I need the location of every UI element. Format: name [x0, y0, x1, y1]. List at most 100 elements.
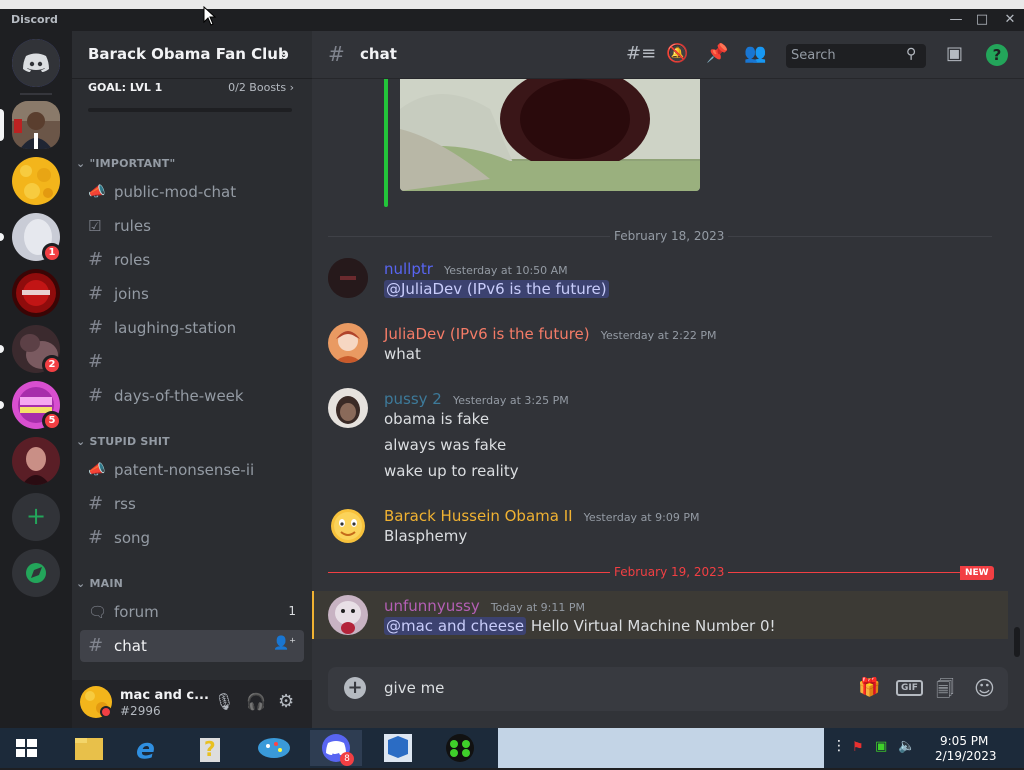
- inbox-icon[interactable]: ▣: [946, 43, 963, 64]
- server-icon-obama[interactable]: [12, 101, 60, 149]
- boost-progress-bar: [88, 108, 292, 112]
- server-badge: 5: [42, 411, 62, 431]
- message-input[interactable]: give me: [384, 679, 444, 697]
- channel-rss[interactable]: # rss: [80, 488, 304, 520]
- server-header[interactable]: Barack Obama Fan Club ⌄: [72, 31, 312, 79]
- message-author[interactable]: pussy 2: [384, 390, 442, 408]
- game-app-button[interactable]: [434, 730, 486, 766]
- channel-patent-nonsense-ii[interactable]: 📣 patent-nonsense-ii: [80, 454, 304, 486]
- sticker-icon[interactable]: 🗐: [936, 677, 954, 707]
- portrait-server-icon: [12, 437, 60, 485]
- forum-count: 1: [288, 604, 296, 618]
- headphones-icon[interactable]: 🎧: [246, 692, 266, 711]
- start-button[interactable]: [0, 730, 52, 766]
- attach-plus-icon[interactable]: +: [344, 677, 366, 699]
- hash-icon: #: [88, 317, 104, 338]
- emoji-avatar-icon: [328, 506, 368, 546]
- message-timestamp: Yesterday at 10:50 AM: [444, 264, 568, 277]
- close-button[interactable]: ✕: [998, 11, 1022, 29]
- paint-app-button[interactable]: [248, 730, 300, 766]
- gift-icon[interactable]: 🎁: [858, 677, 880, 698]
- windows-taskbar: e ? 8 ⋮ ⚑ ▣ 🔈 9:05 PM 2/19/2023: [0, 728, 1024, 768]
- embed-image[interactable]: [400, 79, 700, 191]
- category-main[interactable]: ⌄ MAIN: [76, 577, 123, 590]
- unfunnyussy-avatar-icon: [328, 595, 368, 635]
- add-server-button[interactable]: +: [12, 493, 60, 541]
- taskbar-search-area[interactable]: [498, 728, 824, 768]
- explore-servers-button[interactable]: [12, 549, 60, 597]
- virtualbox-button[interactable]: [372, 730, 424, 766]
- message-timestamp: Yesterday at 2:22 PM: [600, 329, 717, 342]
- maximize-button[interactable]: □: [970, 11, 994, 29]
- message-author[interactable]: unfunnyussy: [384, 597, 480, 615]
- clock-time[interactable]: 9:05 PM: [940, 734, 988, 748]
- svg-text:?: ?: [204, 737, 216, 761]
- channel-forum[interactable]: 🗨 forum 1: [80, 596, 304, 628]
- overflow-icon[interactable]: ⋮: [832, 738, 846, 754]
- search-input[interactable]: Search ⚲: [786, 44, 926, 68]
- server-icon-cheese[interactable]: [12, 157, 60, 205]
- discord-taskbar-button[interactable]: 8: [310, 730, 362, 766]
- channel-joins[interactable]: # joins: [80, 278, 304, 310]
- settings-gear-icon[interactable]: ⚙: [278, 691, 294, 712]
- hash-icon: #: [328, 42, 345, 66]
- pussy2-avatar-icon: [328, 388, 368, 428]
- message-author[interactable]: JuliaDev (IPv6 is the future): [384, 325, 590, 343]
- message-author[interactable]: Barack Hussein Obama II: [384, 507, 573, 525]
- avatar[interactable]: [328, 388, 368, 428]
- add-member-icon[interactable]: 👤⁺: [273, 636, 296, 651]
- file-explorer-button[interactable]: [63, 730, 115, 766]
- juliadev-avatar-icon: [328, 323, 368, 363]
- category-stupid-shit[interactable]: ⌄ STUPID SHIT: [76, 435, 170, 448]
- hash-icon: #: [88, 249, 104, 270]
- mention[interactable]: @mac and cheese: [384, 617, 527, 635]
- discord-home-button[interactable]: [12, 39, 60, 87]
- help-icon[interactable]: ?: [986, 44, 1008, 66]
- server-icon-red[interactable]: [12, 269, 60, 317]
- channel-song[interactable]: # song: [80, 522, 304, 554]
- flag-icon[interactable]: ⚑: [852, 740, 864, 755]
- channel-rules[interactable]: ☑ rules: [80, 210, 304, 242]
- green-clover-icon: [446, 734, 474, 762]
- boost-count[interactable]: 0/2 Boosts ›: [224, 81, 294, 94]
- channel-public-mod-chat[interactable]: 📣 public-mod-chat: [80, 176, 304, 208]
- mouse-cursor-icon: [203, 6, 217, 26]
- clock-date[interactable]: 2/19/2023: [935, 749, 997, 763]
- unread-pill: [0, 345, 4, 353]
- pin-icon[interactable]: 📌: [706, 43, 728, 64]
- avatar[interactable]: [328, 323, 368, 363]
- volume-icon[interactable]: 🔈: [898, 738, 915, 754]
- user-panel: mac and c... #2996 🎙 🎧 ⚙: [72, 680, 312, 728]
- server-icon-portrait[interactable]: [12, 437, 60, 485]
- avatar[interactable]: [328, 595, 368, 635]
- date-label: February 19, 2023: [610, 565, 729, 579]
- threads-icon[interactable]: #≡: [626, 43, 656, 64]
- channel-roles[interactable]: # roles: [80, 244, 304, 276]
- minimize-button[interactable]: —: [944, 11, 968, 29]
- notification-mute-icon[interactable]: 🔕: [666, 43, 688, 64]
- mute-mic-icon[interactable]: 🎙: [214, 692, 234, 711]
- network-icon[interactable]: ▣: [875, 739, 887, 754]
- chat-header: # chat #≡ 🔕 📌 👥 Search ⚲ ▣ ?: [312, 31, 1024, 79]
- avatar[interactable]: [328, 506, 368, 546]
- member-list-icon[interactable]: 👥: [744, 43, 766, 64]
- help-app-button[interactable]: ?: [184, 730, 236, 766]
- message-composer[interactable]: + give me 🎁 GIF 🗐 ☺: [328, 667, 1008, 711]
- server-name: Barack Obama Fan Club: [88, 45, 289, 63]
- emoji-icon[interactable]: ☺: [974, 676, 995, 700]
- category-important[interactable]: ⌄ "IMPORTANT": [76, 157, 175, 170]
- internet-explorer-button[interactable]: e: [122, 730, 174, 766]
- discord-logo-icon: [322, 734, 350, 762]
- channel-unnamed[interactable]: #: [80, 346, 304, 378]
- message-author[interactable]: nullptr: [384, 260, 433, 278]
- scrollbar-thumb[interactable]: [1014, 627, 1020, 657]
- channel-laughing-station[interactable]: # laughing-station: [80, 312, 304, 344]
- channel-chat[interactable]: # chat 👤⁺: [80, 630, 304, 662]
- gif-icon[interactable]: GIF: [896, 680, 923, 696]
- discord-logo-icon: [12, 39, 60, 87]
- channel-days-of-the-week[interactable]: # days-of-the-week: [80, 380, 304, 412]
- mention[interactable]: @JuliaDev (IPv6 is the future): [384, 280, 609, 298]
- message-timestamp: Today at 9:11 PM: [490, 601, 585, 614]
- avatar[interactable]: [328, 258, 368, 298]
- embed-accent-bar: [384, 79, 388, 207]
